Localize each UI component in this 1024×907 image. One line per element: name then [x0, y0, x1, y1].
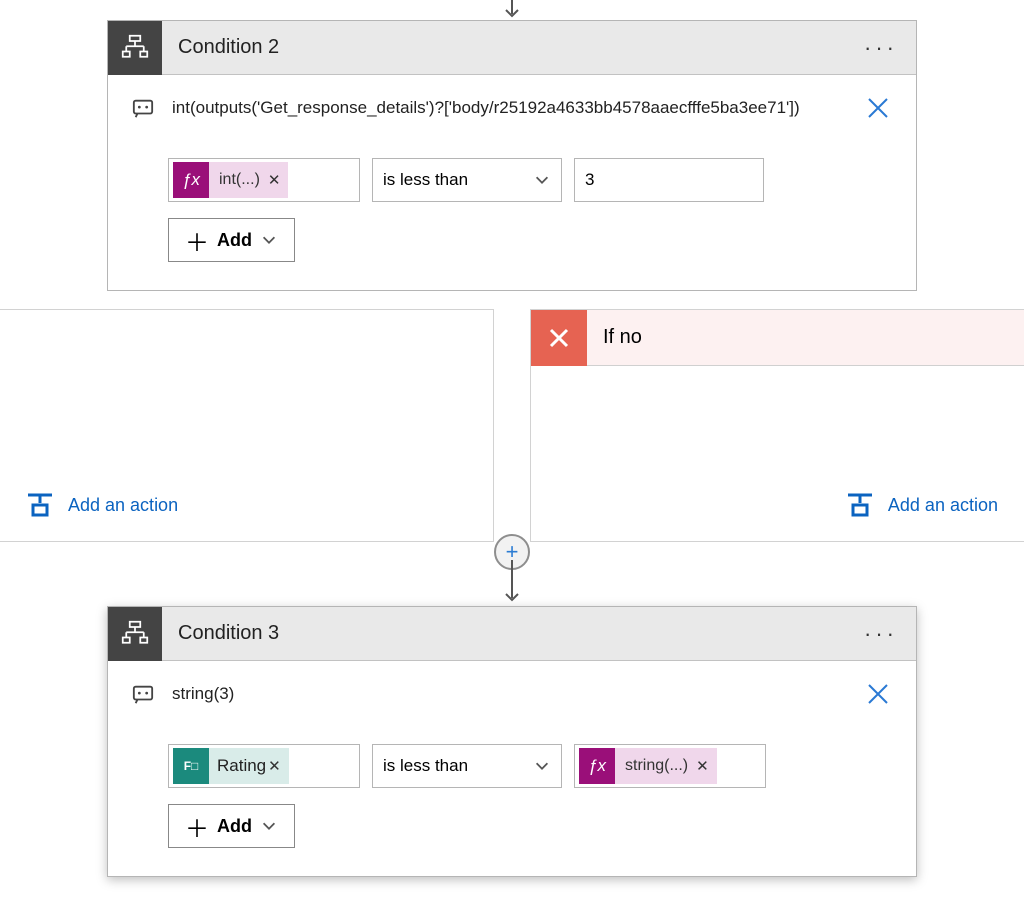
if-no-header[interactable]: If no [531, 310, 1024, 366]
expression-chip: ƒx string(...) ✕ [579, 748, 717, 784]
remove-chip-icon[interactable]: ✕ [268, 757, 281, 775]
condition-3-add-button[interactable]: ＋ Add [168, 804, 295, 848]
chevron-down-icon [260, 231, 278, 249]
if-yes-add-action[interactable]: Add an action [0, 469, 493, 541]
condition-3-left-operand[interactable]: F□ Rating ✕ [168, 744, 360, 788]
add-action-label: Add an action [68, 495, 178, 516]
condition-branches: Add an action If no Add an action [0, 309, 1024, 542]
if-no-branch: If no Add an action [530, 309, 1024, 542]
remove-chip-icon[interactable]: ✕ [268, 171, 281, 189]
fx-icon: ƒx [173, 162, 209, 198]
if-no-add-action[interactable]: Add an action [531, 469, 1024, 541]
x-icon [531, 310, 587, 366]
chevron-down-icon [260, 817, 278, 835]
right-value: 3 [585, 170, 594, 190]
if-no-label: If no [587, 326, 642, 349]
expression-chip-label: string(...) [623, 757, 694, 775]
operator-label: is less than [383, 170, 468, 190]
remove-chip-icon[interactable]: ✕ [696, 757, 709, 775]
ms-forms-icon: F□ [173, 748, 209, 784]
dynamic-content-chip: F□ Rating ✕ [173, 748, 289, 784]
connector-arrow [502, 560, 522, 606]
expression-chip: ƒx int(...) ✕ [173, 162, 288, 198]
plus-icon: ＋ [185, 809, 209, 844]
condition-3-operator-select[interactable]: is less than [372, 744, 562, 788]
forms-chip-label: Rating [217, 756, 266, 776]
add-label: Add [217, 230, 252, 251]
condition-icon [108, 21, 162, 75]
condition-2-peek-expression: int(outputs('Get_response_details')?['bo… [172, 95, 848, 118]
condition-card-3-header[interactable]: Condition 3 ··· [108, 607, 916, 661]
fx-icon: ƒx [579, 748, 615, 784]
condition-2-operator-select[interactable]: is less than [372, 158, 562, 202]
condition-3-peek-expression: string(3) [172, 681, 848, 704]
chevron-down-icon [533, 757, 551, 775]
plus-icon: ＋ [185, 223, 209, 258]
condition-card-3: Condition 3 ··· string(3) F□ Rating ✕ is… [107, 606, 917, 877]
connector-arrow-in [0, 0, 1024, 20]
condition-2-title: Condition 2 [162, 36, 846, 59]
connector: + [0, 542, 1024, 606]
peek-icon [132, 683, 156, 710]
condition-2-rule-row: ƒx int(...) ✕ is less than 3 [168, 158, 892, 202]
condition-icon [108, 607, 162, 661]
peek-icon [132, 97, 156, 124]
operator-label: is less than [383, 756, 468, 776]
condition-3-title: Condition 3 [162, 622, 846, 645]
add-action-icon [846, 491, 874, 519]
condition-3-right-operand[interactable]: ƒx string(...) ✕ [574, 744, 766, 788]
add-label: Add [217, 816, 252, 837]
more-menu-button[interactable]: ··· [846, 35, 916, 61]
add-action-icon [26, 491, 54, 519]
close-peek-button[interactable] [864, 95, 892, 124]
add-action-label: Add an action [888, 495, 998, 516]
close-peek-button[interactable] [864, 681, 892, 710]
chevron-down-icon [533, 171, 551, 189]
condition-2-add-button[interactable]: ＋ Add [168, 218, 295, 262]
more-menu-button[interactable]: ··· [846, 621, 916, 647]
condition-3-rule-row: F□ Rating ✕ is less than ƒx string(...) … [168, 744, 892, 788]
condition-2-left-operand[interactable]: ƒx int(...) ✕ [168, 158, 360, 202]
expression-chip-label: int(...) [217, 171, 266, 189]
condition-card-2: Condition 2 ··· int(outputs('Get_respons… [107, 20, 917, 291]
if-yes-branch: Add an action [0, 309, 494, 542]
condition-2-right-operand[interactable]: 3 [574, 158, 764, 202]
condition-card-2-header[interactable]: Condition 2 ··· [108, 21, 916, 75]
